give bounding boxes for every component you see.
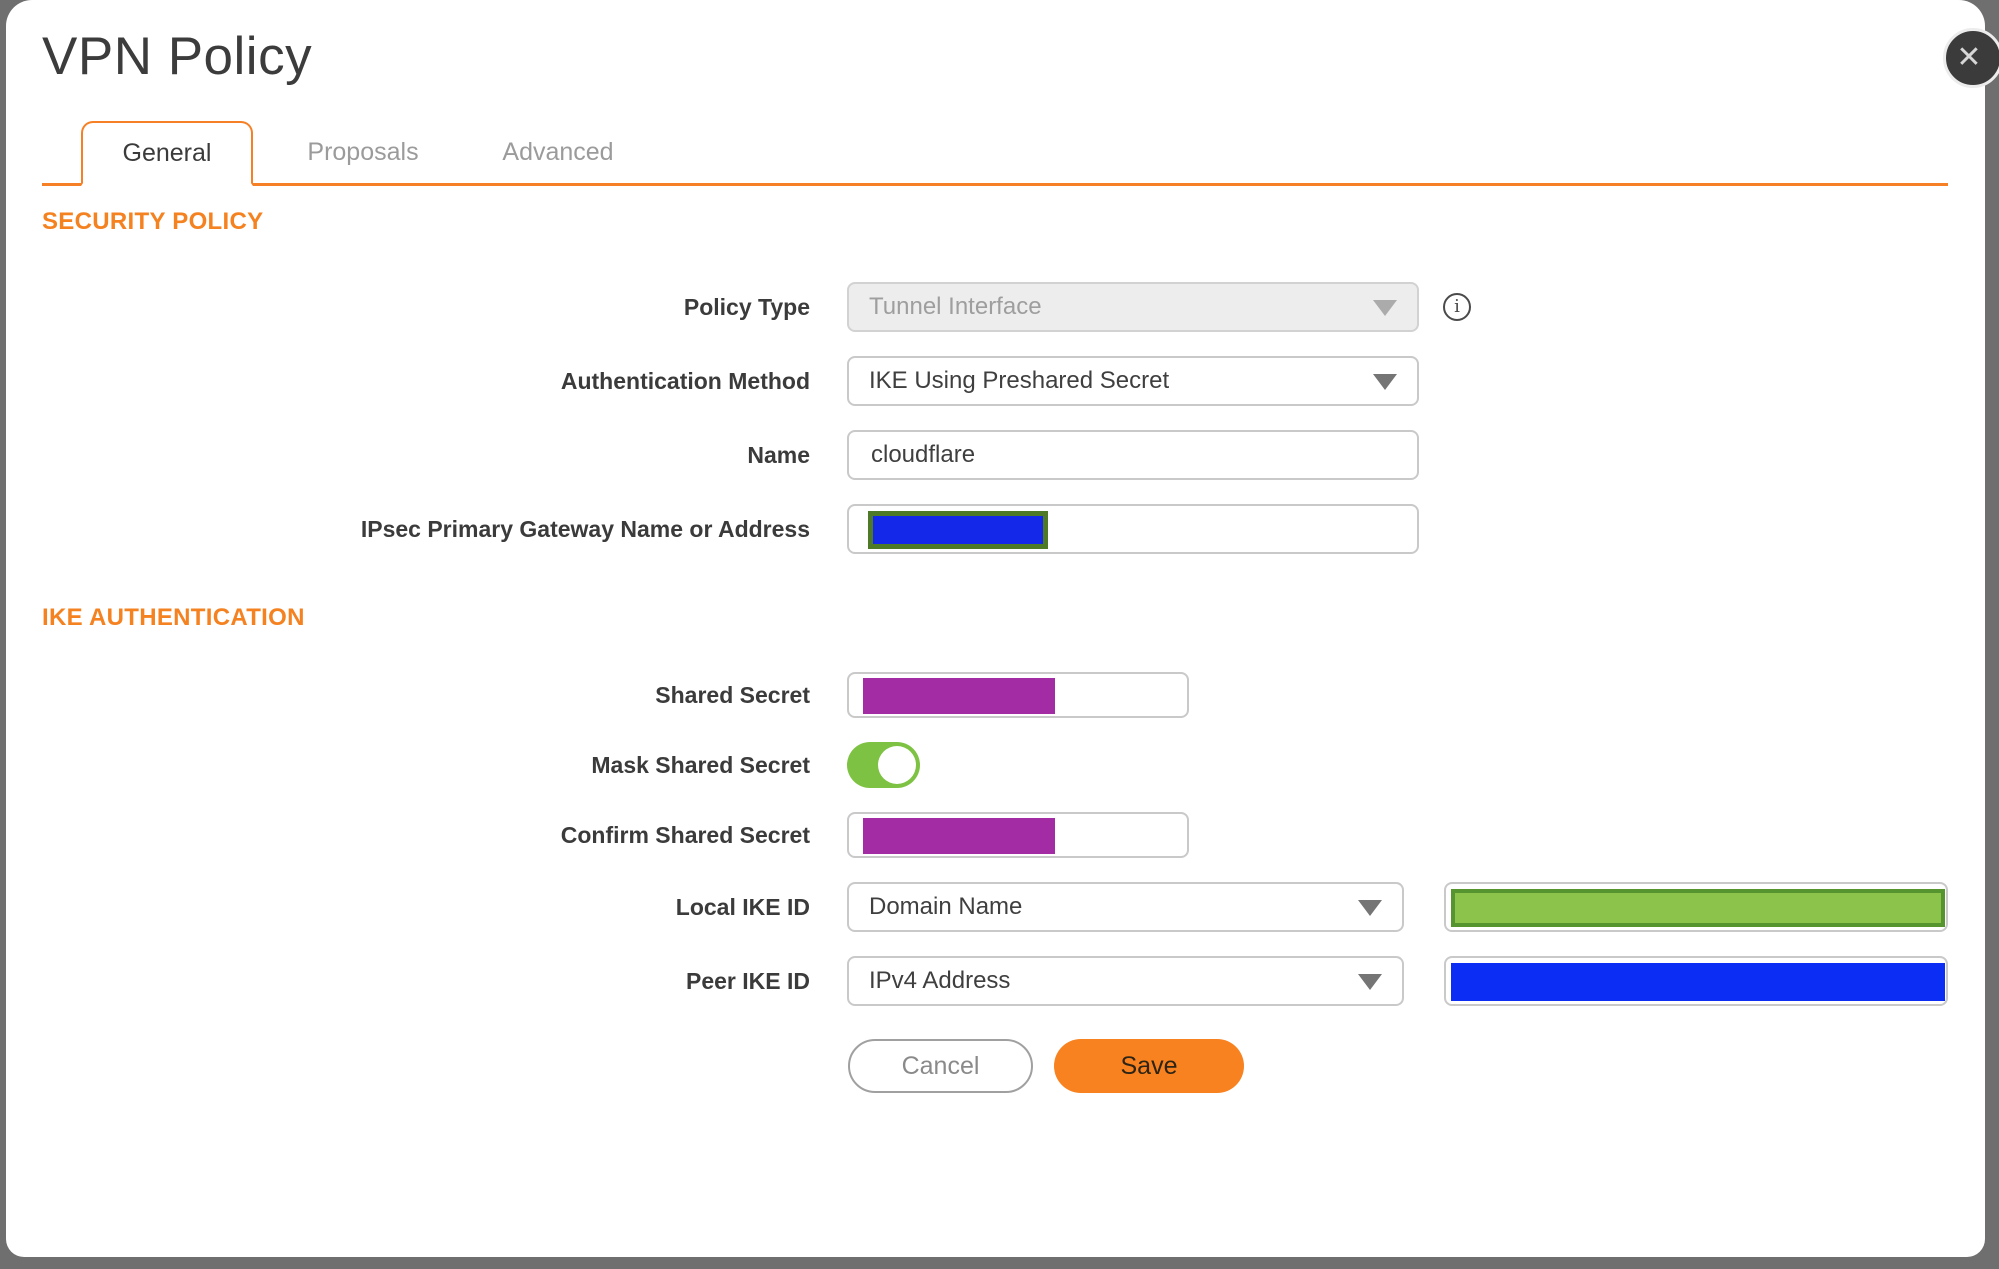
row-shared-secret: Shared Secret xyxy=(42,672,1948,718)
policy-type-select: Tunnel Interface xyxy=(847,282,1419,332)
tab-bar: General Proposals Advanced xyxy=(42,121,1948,186)
row-mask-shared-secret: Mask Shared Secret xyxy=(42,742,1948,788)
local-ike-id-redacted-value xyxy=(1451,889,1945,927)
local-ike-id-label: Local IKE ID xyxy=(675,893,810,920)
section-heading-ike-authentication: IKE AUTHENTICATION xyxy=(42,604,305,631)
gateway-redacted-value xyxy=(868,511,1048,549)
close-button[interactable]: ✕ xyxy=(1943,28,1999,88)
mask-shared-secret-label: Mask Shared Secret xyxy=(591,751,810,778)
tab-proposals[interactable]: Proposals xyxy=(278,121,448,183)
row-peer-ike-id: Peer IKE ID IPv4 Address xyxy=(42,956,1948,1006)
policy-type-label: Policy Type xyxy=(683,293,810,320)
mask-shared-secret-toggle[interactable] xyxy=(847,742,920,788)
row-authentication-method: Authentication Method IKE Using Preshare… xyxy=(42,356,1948,406)
section-heading-security-policy: SECURITY POLICY xyxy=(42,208,264,235)
chevron-down-icon xyxy=(1358,974,1382,990)
page-title: VPN Policy xyxy=(42,27,313,86)
peer-ike-id-type-select[interactable]: IPv4 Address xyxy=(847,956,1404,1006)
shared-secret-input[interactable] xyxy=(847,672,1189,718)
authentication-method-label: Authentication Method xyxy=(560,367,810,394)
confirm-shared-secret-redacted-value xyxy=(863,818,1055,854)
save-button[interactable]: Save xyxy=(1054,1039,1244,1093)
authentication-method-select[interactable]: IKE Using Preshared Secret xyxy=(847,356,1419,406)
local-ike-id-type-select[interactable]: Domain Name xyxy=(847,882,1404,932)
peer-ike-id-value-input[interactable] xyxy=(1444,956,1948,1006)
policy-type-value: Tunnel Interface xyxy=(869,293,1042,320)
shared-secret-label: Shared Secret xyxy=(655,681,810,708)
gateway-input[interactable] xyxy=(847,504,1419,554)
screen-backdrop: VPN Policy General Proposals Advanced SE… xyxy=(0,0,1999,1269)
close-icon: ✕ xyxy=(1956,41,1982,74)
name-input[interactable] xyxy=(869,440,1397,470)
row-gateway: IPsec Primary Gateway Name or Address xyxy=(42,504,1948,554)
row-confirm-shared-secret: Confirm Shared Secret xyxy=(42,812,1948,858)
peer-ike-id-type-value: IPv4 Address xyxy=(869,967,1011,994)
peer-ike-id-redacted-value xyxy=(1451,963,1945,1001)
toggle-knob xyxy=(878,746,916,784)
chevron-down-icon xyxy=(1358,900,1382,916)
name-label: Name xyxy=(747,441,810,468)
confirm-shared-secret-input[interactable] xyxy=(847,812,1189,858)
shared-secret-redacted-value xyxy=(863,678,1055,714)
dialog-actions: Cancel Save xyxy=(848,1039,1948,1093)
gateway-label: IPsec Primary Gateway Name or Address xyxy=(360,515,810,542)
local-ike-id-type-value: Domain Name xyxy=(869,893,1023,920)
peer-ike-id-label: Peer IKE ID xyxy=(686,967,810,994)
confirm-shared-secret-label: Confirm Shared Secret xyxy=(560,821,810,848)
tab-advanced[interactable]: Advanced xyxy=(473,121,643,183)
cancel-button[interactable]: Cancel xyxy=(848,1039,1033,1093)
tab-general[interactable]: General xyxy=(81,121,253,186)
chevron-down-icon xyxy=(1373,300,1397,316)
row-local-ike-id: Local IKE ID Domain Name xyxy=(42,882,1948,932)
info-icon[interactable]: i xyxy=(1443,293,1471,321)
local-ike-id-value-input[interactable] xyxy=(1444,882,1948,932)
row-name: Name xyxy=(42,430,1948,480)
row-policy-type: Policy Type Tunnel Interface i xyxy=(42,282,1948,332)
authentication-method-value: IKE Using Preshared Secret xyxy=(869,367,1170,394)
vpn-policy-dialog: VPN Policy General Proposals Advanced SE… xyxy=(6,0,1985,1257)
chevron-down-icon xyxy=(1373,374,1397,390)
